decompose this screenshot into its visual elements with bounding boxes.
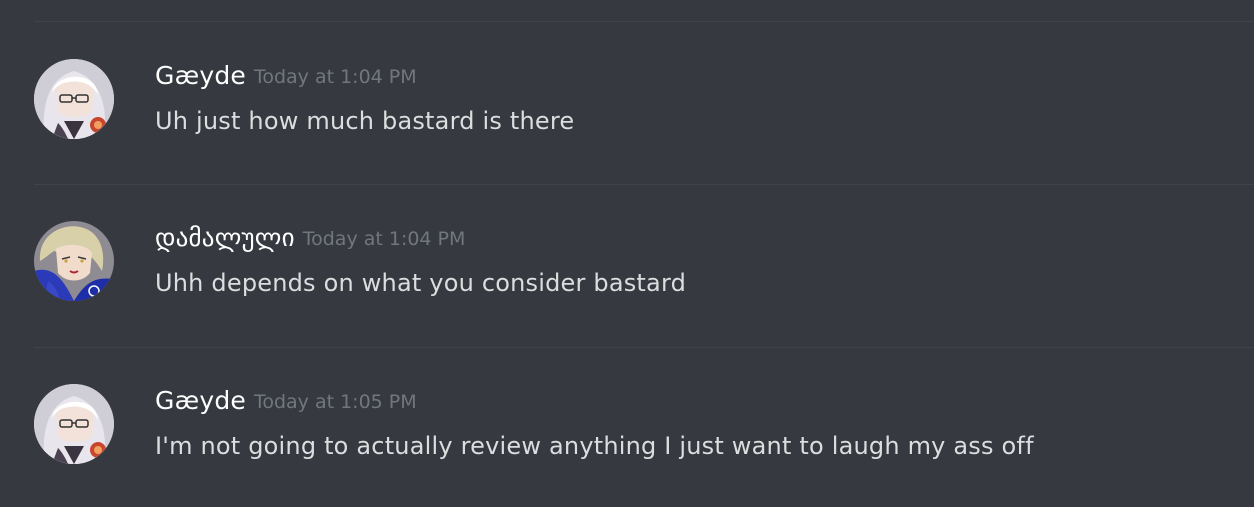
chat-messages-pane: Gæyde Today at 1:04 PM Uh just how much b… (0, 0, 1254, 507)
username[interactable]: Gæyde (155, 61, 246, 90)
message-item[interactable]: დამალული Today at 1:04 PM Uhh depends on … (0, 221, 1254, 361)
message-divider (34, 21, 1254, 22)
message-text: Uhh depends on what you consider bastard (155, 269, 687, 297)
gaeyde-avatar-icon (34, 384, 114, 464)
message-header: დამალული Today at 1:04 PM (155, 223, 465, 252)
username[interactable]: დამალული (155, 223, 295, 252)
gaeyde-avatar-icon (34, 59, 114, 139)
message-item[interactable]: Gæyde Today at 1:05 PM I'm not going to a… (0, 384, 1254, 507)
message-header: Gæyde Today at 1:04 PM (155, 61, 417, 90)
user-avatar[interactable] (34, 59, 114, 139)
message-item[interactable]: Gæyde Today at 1:04 PM Uh just how much b… (0, 59, 1254, 199)
message-divider (34, 184, 1254, 185)
timestamp[interactable]: Today at 1:04 PM (303, 228, 466, 250)
message-text: Uh just how much bastard is there (155, 107, 575, 135)
message-header: Gæyde Today at 1:05 PM (155, 386, 417, 415)
blonde-character-avatar-icon (34, 221, 114, 301)
timestamp[interactable]: Today at 1:04 PM (254, 66, 417, 88)
user-avatar[interactable] (34, 384, 114, 464)
message-text: I'm not going to actually review anythin… (155, 432, 1034, 460)
message-divider (34, 347, 1254, 348)
timestamp[interactable]: Today at 1:05 PM (254, 391, 417, 413)
user-avatar[interactable] (34, 221, 114, 301)
username[interactable]: Gæyde (155, 386, 246, 415)
